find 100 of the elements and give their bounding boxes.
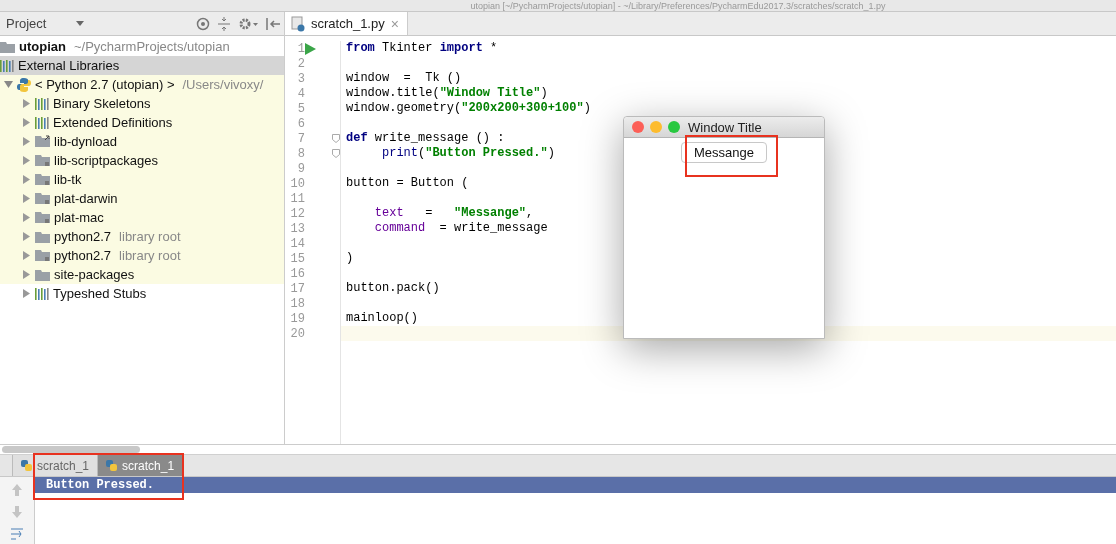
line-number: 9 (296, 161, 305, 176)
expanded-arrow-icon[interactable] (4, 80, 13, 89)
locked-folder-icon (35, 154, 50, 167)
line-number: 12 (289, 206, 305, 221)
up-arrow-icon[interactable] (11, 483, 23, 497)
line-number: 2 (296, 56, 305, 71)
collapsed-arrow-icon[interactable] (22, 194, 31, 203)
code-line: from Tkinter import * (345, 41, 498, 56)
line-number: 11 (289, 191, 305, 206)
fold-marker-icon[interactable] (332, 149, 340, 158)
code-line: print("Button Pressed.") (381, 146, 555, 161)
tree-item[interactable]: Binary Skeletons (0, 94, 284, 113)
line-number: 20 (289, 326, 305, 341)
fold-marker-icon[interactable] (332, 134, 340, 143)
console-output: Button Pressed. (35, 477, 1116, 493)
soft-wrap-icon[interactable] (10, 527, 24, 541)
run-tab[interactable]: scratch_1 (12, 455, 98, 476)
line-number: 4 (296, 86, 305, 101)
line-number: 15 (289, 251, 305, 266)
python-icon (17, 77, 31, 92)
tk-window-title: Window Title (688, 119, 762, 135)
tree-item[interactable]: External Libraries (0, 56, 284, 75)
collapsed-arrow-icon[interactable] (22, 175, 31, 184)
tree-item[interactable]: utopian ~/PycharmProjects/utopian (0, 37, 284, 56)
code-line: window.geometry("200x200+300+100") (345, 101, 591, 116)
item-label: lib-dynload (54, 134, 117, 149)
scrollbar-thumb[interactable] (2, 446, 140, 453)
python-file-icon (291, 15, 305, 32)
collapsed-arrow-icon[interactable] (22, 156, 31, 165)
collapsed-arrow-icon[interactable] (22, 213, 31, 222)
folder-icon (35, 230, 50, 243)
run-icon[interactable] (305, 42, 316, 55)
item-label: Binary Skeletons (53, 96, 151, 111)
folder-icon (0, 40, 15, 53)
locked-folder-icon (35, 192, 50, 205)
line-number: 5 (296, 101, 305, 116)
item-label: Extended Definitions (53, 115, 173, 130)
item-label: python2.7 (54, 248, 112, 263)
collapsed-arrow-icon[interactable] (22, 118, 31, 127)
item-label: site-packages (54, 267, 135, 282)
folder-icon (35, 268, 50, 281)
library-icon (0, 59, 14, 72)
caret-icon (76, 21, 85, 26)
tree-item[interactable]: lib-dynload (0, 132, 284, 151)
tab-label: scratch_1.py (311, 16, 385, 31)
tree-item[interactable]: plat-darwin (0, 189, 284, 208)
code-line: def write_message () : (345, 131, 505, 146)
item-label: lib-tk (54, 172, 82, 187)
tree-item[interactable]: Typeshed Stubs (0, 284, 284, 303)
line-number: 17 (289, 281, 305, 296)
tab-label: scratch_1 (37, 458, 90, 473)
tree-item[interactable]: site-packages (0, 265, 284, 284)
collapsed-arrow-icon[interactable] (22, 232, 31, 241)
linked-folder-icon (35, 135, 50, 148)
locked-folder-icon (35, 249, 50, 262)
window-title: utopian [~/PycharmProjects/utopian] - ~/Library/Preferences/PycharmEdu2017.3/scratches/scratch_1.py (469, 0, 886, 11)
library-icon (35, 97, 49, 110)
down-arrow-icon[interactable] (11, 505, 23, 519)
line-number: 1 (296, 41, 305, 56)
line-number: 19 (289, 311, 305, 326)
code-line: command = write_message (373, 221, 548, 236)
line-number: 18 (289, 296, 305, 311)
collapsed-arrow-icon[interactable] (22, 137, 31, 146)
item-label: lib-scriptpackages (54, 153, 159, 168)
code-line: text = "Messange", (373, 206, 534, 221)
item-label: Typeshed Stubs (53, 286, 147, 301)
tree-item[interactable]: python2.7 library root (0, 227, 284, 246)
tree-item[interactable]: Extended Definitions (0, 113, 284, 132)
collapsed-arrow-icon[interactable] (22, 99, 31, 108)
locked-folder-icon (35, 173, 50, 186)
code-line: window = Tk () (345, 71, 462, 86)
tab-label: scratch_1 (122, 458, 175, 473)
line-number: 3 (296, 71, 305, 86)
tree-item[interactable]: lib-tk (0, 170, 284, 189)
collapsed-arrow-icon[interactable] (22, 289, 31, 298)
line-number: 7 (296, 131, 305, 146)
message-button[interactable]: Messange (681, 142, 767, 163)
python-icon (21, 459, 33, 472)
collapsed-arrow-icon[interactable] (22, 270, 31, 279)
tree-item[interactable]: python2.7 library root (0, 246, 284, 265)
collapsed-arrow-icon[interactable] (22, 251, 31, 260)
item-label: < Python 2.7 (utopian) > (35, 77, 175, 92)
editor-tab[interactable]: scratch_1.py × (285, 12, 408, 35)
library-icon (35, 287, 49, 300)
code-line: window.title("Window Title") (345, 86, 548, 101)
code-line: mainloop() (345, 311, 418, 326)
python-icon (106, 459, 119, 472)
item-path: /Users/vivoxy/ (182, 77, 264, 92)
locked-folder-icon (35, 211, 50, 224)
code-line: button.pack() (345, 281, 440, 296)
tree-item[interactable]: < Python 2.7 (utopian) > /Users/vivoxy/ (0, 75, 284, 94)
close-window-button[interactable] (632, 121, 644, 133)
line-number: 6 (296, 116, 305, 131)
zoom-window-button[interactable] (668, 121, 680, 133)
item-label: plat-mac (54, 210, 104, 225)
tree-item[interactable]: plat-mac (0, 208, 284, 227)
code-line: button = Button ( (345, 176, 469, 191)
tree-item[interactable]: lib-scriptpackages (0, 151, 284, 170)
line-number: 10 (289, 176, 305, 191)
minimize-window-button[interactable] (650, 121, 662, 133)
